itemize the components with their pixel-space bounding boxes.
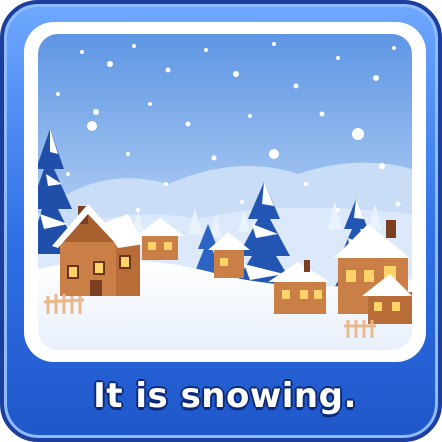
card-frame: It is snowing. [0,0,442,442]
caption-text: It is snowing. [92,375,357,417]
caption: It is snowing. [4,366,442,426]
winter-village-illustration [38,34,412,350]
